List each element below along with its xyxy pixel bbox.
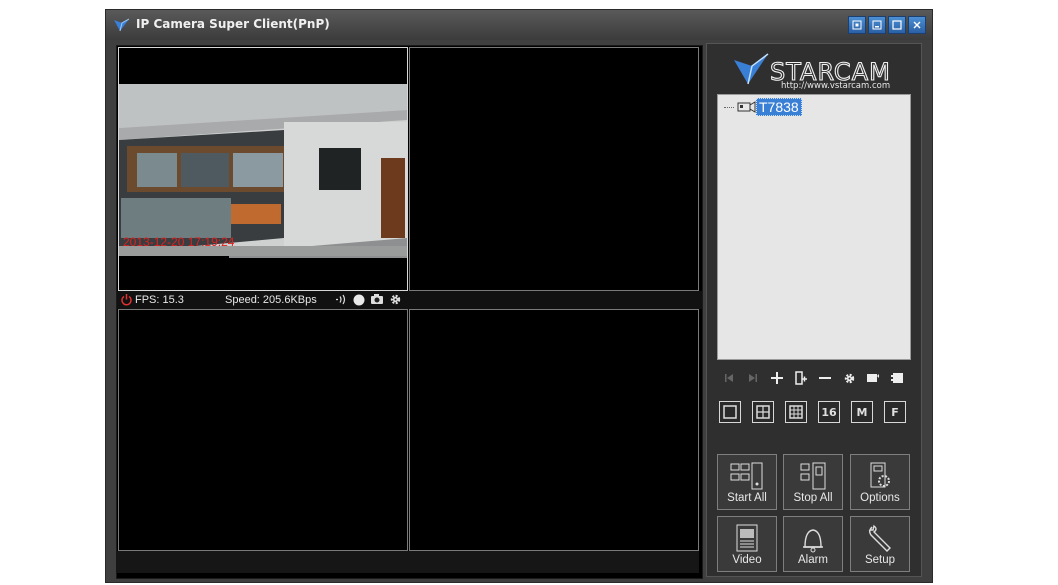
- fps-label: FPS: 15.3: [135, 294, 184, 306]
- tree-item-label: T7838: [756, 98, 802, 116]
- app-logo-icon: [114, 18, 130, 32]
- layout-m-button[interactable]: M: [851, 401, 873, 423]
- power-icon[interactable]: [120, 293, 133, 306]
- list-icon[interactable]: [889, 370, 905, 386]
- options-button[interactable]: Options: [850, 454, 910, 510]
- record-icon[interactable]: [353, 294, 365, 306]
- snapshot-icon[interactable]: [370, 293, 384, 305]
- settings-icon[interactable]: [841, 370, 857, 386]
- maximize-icon[interactable]: [888, 16, 906, 34]
- tree-connector: [724, 106, 734, 108]
- wrench-icon: [868, 524, 891, 552]
- video-cell-2[interactable]: [409, 47, 699, 291]
- device-controls: [717, 370, 912, 388]
- edit-icon[interactable]: [865, 370, 881, 386]
- bell-icon: [803, 529, 823, 553]
- video-grid: 2013-12-20 17:19:24 FPS: 15.3 Speed: 205…: [116, 45, 703, 579]
- setup-button[interactable]: Setup: [850, 516, 910, 572]
- stop-all-icon: [800, 462, 826, 490]
- pin-icon[interactable]: [848, 16, 866, 34]
- camera-timestamp: 2013-12-20 17:19:24: [123, 235, 235, 249]
- first-icon[interactable]: [721, 370, 737, 386]
- setup-label: Setup: [864, 554, 896, 566]
- title-bar[interactable]: IP Camera Super Client(PnP): [106, 10, 932, 40]
- channel-status-bar: FPS: 15.3 Speed: 205.6KBps: [117, 291, 702, 309]
- control-panel: STARCAM http://www.vstarcam.com T7838 16…: [706, 43, 922, 577]
- audio-icon[interactable]: [334, 294, 348, 305]
- layout-buttons: 16 M F: [717, 401, 912, 425]
- camera-icon: [737, 101, 756, 113]
- layout-9-button[interactable]: [785, 401, 807, 423]
- video-button[interactable]: Video: [717, 516, 777, 572]
- minimize-icon[interactable]: [868, 16, 886, 34]
- video-cell-3[interactable]: [118, 309, 408, 551]
- fullscreen-button[interactable]: F: [884, 401, 906, 423]
- start-all-button[interactable]: Start All: [717, 454, 777, 510]
- start-all-label: Start All: [727, 492, 767, 504]
- video-label: Video: [732, 554, 762, 566]
- video-icon: [736, 524, 758, 552]
- layout-16-button[interactable]: 16: [818, 401, 840, 423]
- tree-item-t7838[interactable]: T7838: [724, 98, 802, 116]
- layout-4-button[interactable]: [752, 401, 774, 423]
- camera-feed-image: 2013-12-20 17:19:24: [119, 48, 407, 290]
- speed-label: Speed: 205.6KBps: [225, 294, 317, 306]
- remove-icon[interactable]: [817, 370, 833, 386]
- video-cell-4[interactable]: [409, 309, 699, 551]
- add-device-icon[interactable]: [793, 370, 809, 386]
- video-cell-1[interactable]: 2013-12-20 17:19:24: [118, 47, 408, 291]
- gear-icon[interactable]: [389, 293, 402, 306]
- options-icon: [870, 462, 890, 488]
- next-icon[interactable]: [745, 370, 761, 386]
- window-controls: [848, 16, 926, 34]
- options-label: Options: [860, 492, 900, 504]
- add-icon[interactable]: [769, 370, 785, 386]
- stop-all-button[interactable]: Stop All: [783, 454, 843, 510]
- start-all-icon: [730, 462, 763, 490]
- logo-url: http://www.vstarcam.com: [781, 81, 891, 91]
- app-window: IP Camera Super Client(PnP) 2013-12-20 1…: [106, 10, 932, 582]
- close-icon[interactable]: [908, 16, 926, 34]
- stop-all-label: Stop All: [793, 492, 833, 504]
- alarm-label: Alarm: [797, 554, 829, 566]
- alarm-button[interactable]: Alarm: [783, 516, 843, 572]
- device-tree[interactable]: T7838: [717, 94, 911, 360]
- layout-1-button[interactable]: [719, 401, 741, 423]
- window-title: IP Camera Super Client(PnP): [136, 17, 330, 31]
- bottom-bar: [116, 551, 699, 573]
